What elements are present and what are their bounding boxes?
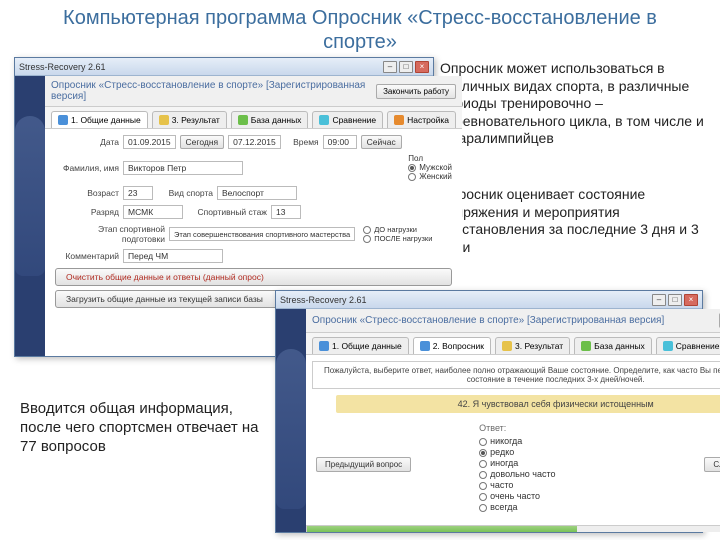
window-titlebar: Stress-Recovery 2.61 – □ × <box>276 291 702 309</box>
screenshot-questionnaire: Stress-Recovery 2.61 – □ × Опросник «Стр… <box>275 290 703 533</box>
next-question-button[interactable]: Следующий вопрос <box>704 457 720 472</box>
annotation-usage: Опросник может использоваться в различны… <box>440 60 710 148</box>
answer-option[interactable]: иногда <box>479 458 636 468</box>
surname-input[interactable]: Викторов Петр <box>123 161 243 175</box>
gender-male[interactable]: Мужской <box>408 163 452 172</box>
load-after[interactable]: ПОСЛЕ нагрузки <box>363 234 432 243</box>
compare-icon <box>663 341 673 351</box>
compare-icon <box>319 115 329 125</box>
chart-icon <box>159 115 169 125</box>
doc-icon <box>319 341 329 351</box>
tab-bar: 1. Общие данные 3. Результат База данных… <box>45 107 462 129</box>
time-input[interactable]: 09:00 <box>323 135 357 149</box>
slide-title: Компьютерная программа Опросник «Стресс-… <box>0 0 720 56</box>
rank-label: Разряд <box>55 207 119 217</box>
age-input[interactable]: 23 <box>123 186 153 200</box>
side-panel <box>15 76 45 356</box>
gear-icon <box>394 115 404 125</box>
answer-header: Ответ: <box>479 423 636 433</box>
date2-input[interactable]: 07.12.2015 <box>228 135 281 149</box>
question-area: Пожалуйста, выберите ответ, наиболее пол… <box>306 355 720 532</box>
prev-question-button[interactable]: Предыдущий вопрос <box>316 457 411 472</box>
maximize-icon[interactable]: □ <box>399 61 413 73</box>
side-panel <box>276 309 306 532</box>
rank-input[interactable]: МСМК <box>123 205 183 219</box>
gender-female[interactable]: Женский <box>408 172 452 181</box>
comment-label: Комментарий <box>55 251 119 261</box>
load-before[interactable]: ДО нагрузки <box>363 225 417 234</box>
comment-input[interactable]: Перед ЧМ <box>123 249 223 263</box>
maximize-icon[interactable]: □ <box>668 294 682 306</box>
tab-settings[interactable]: Настройка <box>387 111 456 128</box>
instruction-text: Пожалуйста, выберите ответ, наиболее пол… <box>312 361 720 389</box>
experience-label: Спортивный стаж <box>187 207 267 217</box>
close-icon[interactable]: × <box>415 61 429 73</box>
chart-icon <box>502 341 512 351</box>
statue-decoration <box>276 349 306 509</box>
answer-option[interactable]: часто <box>479 480 636 490</box>
answer-block: Ответ: никогда редко иногда довольно час… <box>479 423 636 513</box>
annotation-evaluates: Опросник оценивает состояние напряжения … <box>440 186 710 256</box>
progress-block: 42 | 77 (55%) 23456543210123456543210123… <box>306 525 720 532</box>
date1-input[interactable]: 01.09.2015 <box>123 135 176 149</box>
list-icon <box>420 341 430 351</box>
tab-general[interactable]: 1. Общие данные <box>312 337 409 354</box>
now-button[interactable]: Сейчас <box>361 135 402 149</box>
gender-label: Пол <box>408 154 423 163</box>
tab-result[interactable]: 3. Результат <box>495 337 570 354</box>
surname-label: Фамилия, имя <box>55 163 119 173</box>
experience-input[interactable]: 13 <box>271 205 301 219</box>
tab-questionnaire[interactable]: 2. Вопросник <box>413 337 491 354</box>
tab-compare[interactable]: Сравнение <box>312 111 383 128</box>
db-icon <box>581 341 591 351</box>
db-icon <box>238 115 248 125</box>
period-input[interactable]: Этап совершенствования спортивного масте… <box>169 227 355 241</box>
today-button[interactable]: Сегодня <box>180 135 225 149</box>
minimize-icon[interactable]: – <box>383 61 397 73</box>
question-text: 42. Я чувствовал себя физически истощенн… <box>336 395 720 413</box>
load-group: ДО нагрузки ПОСЛЕ нагрузки <box>363 225 432 243</box>
date-label: Дата <box>55 137 119 147</box>
sport-input[interactable]: Велоспорт <box>217 186 297 200</box>
finish-button[interactable]: Закончить работу <box>376 84 456 99</box>
statue-decoration <box>15 116 45 276</box>
window-title: Stress-Recovery 2.61 <box>280 295 367 305</box>
tab-bar: 1. Общие данные 2. Вопросник 3. Результа… <box>306 333 720 355</box>
window-title: Stress-Recovery 2.61 <box>19 62 106 72</box>
annotation-input-info: Вводится общая информация, после чего сп… <box>20 400 260 456</box>
answer-option[interactable]: редко <box>479 447 636 457</box>
tab-result[interactable]: 3. Результат <box>152 111 227 128</box>
answer-option[interactable]: никогда <box>479 436 636 446</box>
minimize-icon[interactable]: – <box>652 294 666 306</box>
sport-label: Вид спорта <box>157 188 213 198</box>
app-header: Опросник «Стресс-восстановление в спорте… <box>51 80 376 102</box>
answer-option[interactable]: очень часто <box>479 491 636 501</box>
age-label: Возраст <box>55 188 119 198</box>
period-label: Этап спортивной подготовки <box>55 224 165 244</box>
doc-icon <box>58 115 68 125</box>
clear-button[interactable]: Очистить общие данные и ответы (данный о… <box>55 268 452 286</box>
gender-group: Пол Мужской Женский <box>408 154 452 181</box>
tab-database[interactable]: База данных <box>574 337 652 354</box>
progress-fill <box>307 526 577 532</box>
answer-option[interactable]: довольно часто <box>479 469 636 479</box>
tab-compare[interactable]: Сравнение <box>656 337 720 354</box>
progress-bar: 42 | 77 (55%) <box>306 525 720 532</box>
time-label: Время <box>285 137 319 147</box>
answer-option[interactable]: всегда <box>479 502 636 512</box>
tab-database[interactable]: База данных <box>231 111 309 128</box>
app-header: Опросник «Стресс-восстановление в спорте… <box>312 315 719 326</box>
close-icon[interactable]: × <box>684 294 698 306</box>
tab-general[interactable]: 1. Общие данные <box>51 111 148 128</box>
window-titlebar: Stress-Recovery 2.61 – □ × <box>15 58 433 76</box>
